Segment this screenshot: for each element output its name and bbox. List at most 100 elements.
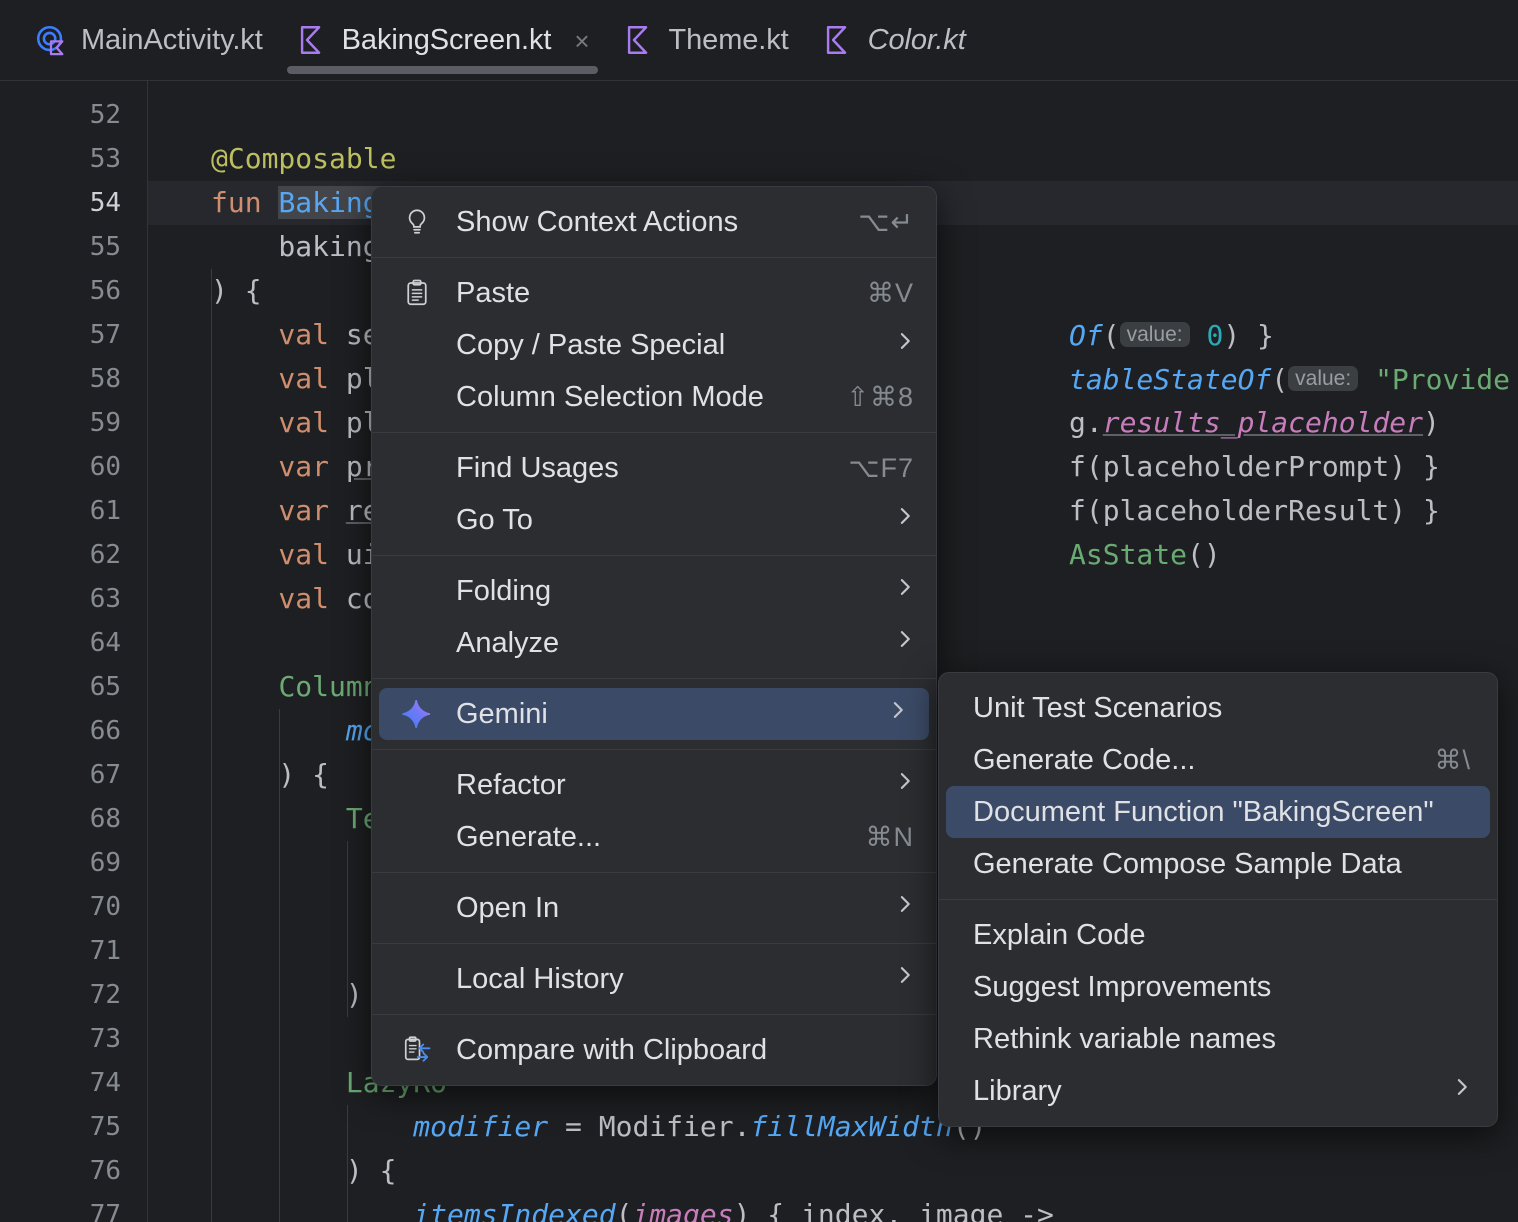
chevron-right-icon [896, 572, 914, 610]
menu-separator [939, 899, 1497, 900]
line-number: 70 [89, 892, 121, 922]
menu-item-gemini[interactable]: Gemini [379, 688, 929, 740]
code-line: modifier = Modifier.fillMaxWidth() [211, 1110, 986, 1143]
chevron-right-icon [889, 695, 907, 733]
clipboard-paste-icon [407, 279, 427, 306]
menu-item-label: Analyze [456, 626, 560, 659]
menu-item-copy-paste-special[interactable]: Copy / Paste Special [372, 319, 936, 371]
editor-tab-label: BakingScreen.kt [341, 23, 552, 56]
chevron-right-icon [893, 702, 903, 718]
menu-item-go-to[interactable]: Go To [372, 494, 936, 546]
line-number: 65 [89, 672, 121, 702]
menu-item-open-in[interactable]: Open In [372, 882, 936, 934]
chevron-right-icon [896, 326, 914, 364]
code-line: ) { [211, 274, 262, 307]
menu-item-generate-compose-sample-data[interactable]: Generate Compose Sample Data [939, 838, 1497, 890]
code-line: AsState() [1069, 538, 1221, 571]
chevron-right-icon [1453, 1072, 1471, 1110]
chevron-right-icon [900, 579, 910, 595]
menu-item-label: Gemini [456, 697, 548, 730]
menu-separator [372, 943, 936, 944]
menu-item-paste[interactable]: Paste ⌘V [372, 267, 936, 319]
menu-item-label: Open In [456, 891, 560, 924]
compose-kotlin-file-icon [34, 23, 68, 57]
menu-item-compare-with-clipboard[interactable]: Compare with Clipboard [372, 1024, 936, 1076]
editor-tab-label: Color.kt [867, 23, 966, 56]
menu-item-label: Library [973, 1074, 1062, 1107]
menu-item-label: Generate... [456, 820, 602, 853]
code-token-annotation: @Composable [211, 142, 397, 175]
clipboard-paste-icon [400, 276, 434, 310]
kotlin-file-icon [627, 26, 647, 54]
chevron-right-icon [896, 766, 914, 804]
chevron-right-icon [900, 896, 910, 912]
menu-item-analyze[interactable]: Analyze [372, 617, 936, 669]
menu-item-rethink-variable-names[interactable]: Rethink variable names [939, 1013, 1497, 1065]
line-number: 63 [89, 584, 121, 614]
menu-item-label: Unit Test Scenarios [973, 691, 1223, 724]
chevron-right-icon [896, 889, 914, 927]
menu-item-label: Generate Code... [973, 743, 1196, 776]
chevron-right-icon [900, 967, 910, 983]
menu-separator [372, 257, 936, 258]
code-line: ) { [211, 1154, 397, 1187]
editor-tab-label: MainActivity.kt [81, 23, 263, 56]
menu-item-folding[interactable]: Folding [372, 565, 936, 617]
code-line: ) { [211, 758, 330, 791]
code-line: tableStateOf(value: "Provide recipe of [1069, 363, 1510, 396]
menu-item-suggest-improvements[interactable]: Suggest Improvements [939, 961, 1497, 1013]
tab-close-icon[interactable]: × [574, 28, 589, 54]
kotlin-file-icon [300, 26, 320, 54]
menu-item-generate-code[interactable]: Generate Code... ⌘\ [939, 734, 1497, 786]
code-line: @Composable [211, 137, 396, 181]
menu-separator [372, 749, 936, 750]
menu-item-shortcut: ⌘V [866, 277, 914, 308]
lightbulb-icon [400, 205, 434, 239]
menu-item-refactor[interactable]: Refactor [372, 759, 936, 811]
line-number: 53 [89, 144, 121, 174]
editor-tab-bakingscreen-kt[interactable]: BakingScreen.kt × [279, 0, 606, 81]
menu-item-label: Column Selection Mode [456, 380, 764, 413]
editor-context-menu[interactable]: Show Context Actions ⌥↵ Paste ⌘V Copy / Past… [371, 186, 937, 1086]
line-number: 62 [89, 540, 121, 570]
menu-item-label: Document Function "BakingScreen" [973, 795, 1434, 828]
menu-item-shortcut: ⌥↵ [858, 206, 914, 237]
chevron-right-icon [900, 333, 910, 349]
inlay-parameter-hint: value: [1119, 322, 1190, 347]
inlay-parameter-hint: value: [1288, 366, 1359, 391]
line-number: 59 [89, 408, 121, 438]
menu-item-library[interactable]: Library [939, 1065, 1497, 1117]
compare-clipboard-icon [400, 1033, 434, 1067]
menu-separator [372, 1014, 936, 1015]
line-number: 74 [89, 1068, 121, 1098]
menu-item-document-function-bakingscreen[interactable]: Document Function "BakingScreen" [946, 786, 1490, 838]
editor-tab-bar: MainActivity.kt BakingScreen.kt × Theme.kt C… [0, 0, 1518, 81]
editor-tab-theme-kt[interactable]: Theme.kt [606, 0, 805, 81]
menu-separator [372, 432, 936, 433]
kotlin-file-icon [622, 23, 656, 57]
code-line: f(placeholderPrompt) } [1069, 450, 1440, 483]
menu-item-find-usages[interactable]: Find Usages ⌥F7 [372, 442, 936, 494]
menu-item-label: Refactor [456, 768, 566, 801]
indent-guide [347, 841, 348, 1017]
editor-tab-color-kt[interactable]: Color.kt [805, 0, 982, 81]
menu-item-unit-test-scenarios[interactable]: Unit Test Scenarios [939, 682, 1497, 734]
menu-item-shortcut: ⇧⌘8 [846, 381, 914, 412]
menu-item-label: Rethink variable names [973, 1022, 1277, 1055]
menu-item-generate[interactable]: Generate... ⌘N [372, 811, 936, 863]
code-line: itemsIndexed(images) { index, image -> [211, 1198, 1054, 1222]
menu-item-explain-code[interactable]: Explain Code [939, 909, 1497, 961]
menu-item-shortcut: ⌥F7 [848, 452, 914, 483]
kotlin-file-icon [295, 23, 329, 57]
editor-tab-mainactivity-kt[interactable]: MainActivity.kt [18, 0, 279, 81]
chevron-right-icon [896, 960, 914, 998]
line-number: 72 [89, 980, 121, 1010]
line-number: 60 [89, 452, 121, 482]
gemini-submenu[interactable]: Unit Test Scenarios Generate Code... ⌘\ Doc… [938, 672, 1498, 1127]
menu-item-label: Folding [456, 574, 552, 607]
menu-item-show-context-actions[interactable]: Show Context Actions ⌥↵ [372, 196, 936, 248]
menu-item-column-selection-mode[interactable]: Column Selection Mode ⇧⌘8 [372, 371, 936, 423]
line-number: 54 [89, 188, 121, 218]
menu-item-label: Go To [456, 503, 533, 536]
menu-item-local-history[interactable]: Local History [372, 953, 936, 1005]
